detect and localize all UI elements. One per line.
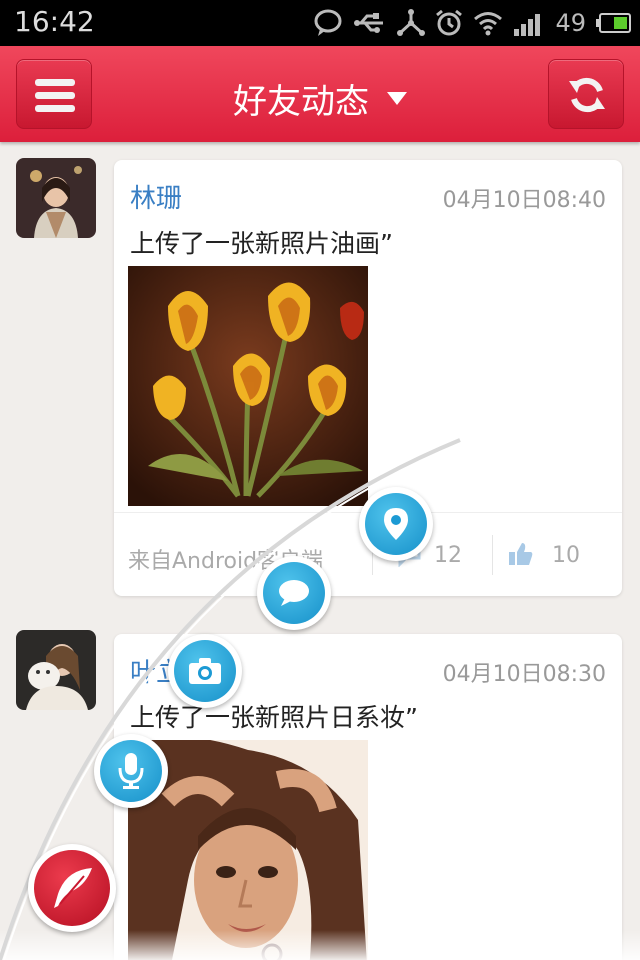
alarm-icon <box>436 9 463 36</box>
status-time: 16:42 <box>14 5 95 38</box>
location-button[interactable] <box>359 487 433 561</box>
avatar[interactable] <box>16 630 96 710</box>
feed-list[interactable]: 林珊 04月10日08:40 上传了一张新照片油画” 来自Android客户端 … <box>0 142 640 960</box>
location-icon <box>384 508 408 540</box>
refresh-icon <box>569 77 605 113</box>
post-text: 上传了一张新照片油画” <box>130 229 393 258</box>
comment-icon <box>279 580 309 606</box>
app-header: 好友动态 <box>0 46 640 142</box>
battery-icon <box>596 13 631 33</box>
comment-button[interactable] <box>257 556 331 630</box>
post-time: 04月10日08:30 <box>442 662 606 687</box>
post-text: 上传了一张新照片日系妆” <box>130 703 418 732</box>
page-title: 好友动态 <box>233 82 369 122</box>
chat-bubble-icon <box>314 9 342 36</box>
avatar-image <box>16 630 96 710</box>
bottom-fade <box>0 930 640 960</box>
wifi-icon <box>474 12 503 36</box>
microphone-icon <box>118 753 144 789</box>
like-count[interactable]: 10 <box>552 543 580 568</box>
post-photo[interactable] <box>128 266 368 506</box>
share-icon <box>397 9 426 36</box>
tulip-painting-image <box>128 266 368 506</box>
header-title-dropdown[interactable]: 好友动态 <box>0 74 640 123</box>
status-icons: 49 <box>313 6 632 40</box>
signal-icon <box>514 14 541 36</box>
voice-button[interactable] <box>94 734 168 808</box>
chevron-down-icon <box>387 92 407 105</box>
comment-count[interactable]: 12 <box>434 543 462 568</box>
thumbs-up-icon[interactable] <box>508 541 534 567</box>
avatar[interactable] <box>16 158 96 238</box>
compose-button[interactable] <box>28 844 116 932</box>
camera-button[interactable] <box>168 634 242 708</box>
user-name[interactable]: 林珊 <box>130 178 182 215</box>
feather-icon <box>54 868 92 908</box>
avatar-image <box>16 158 96 238</box>
refresh-button[interactable] <box>548 59 624 129</box>
status-bar: 16:42 49 <box>0 0 640 46</box>
camera-icon <box>189 658 221 684</box>
battery-percent: 49 <box>555 9 586 37</box>
post-time: 04月10日08:40 <box>442 188 606 213</box>
divider <box>492 535 493 575</box>
usb-icon <box>354 13 384 33</box>
